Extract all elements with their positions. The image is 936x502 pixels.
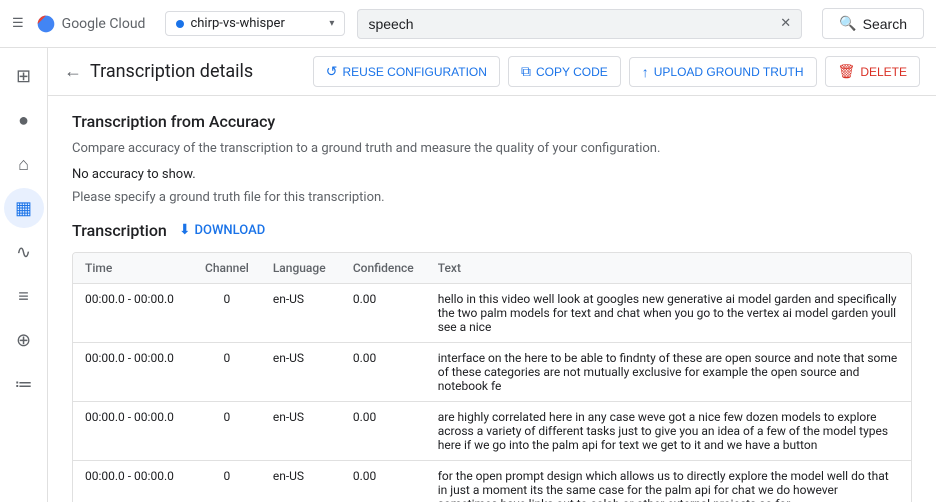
- menu-icon[interactable]: ☰: [12, 16, 24, 31]
- cell-channel: 0: [193, 342, 261, 401]
- transcription-section: Transcription ⬇ DOWNLOAD Time Channel La…: [72, 221, 912, 502]
- copy-code-button[interactable]: ⧉ COPY CODE: [508, 56, 621, 87]
- google-cloud-logo: Google Cloud: [36, 14, 146, 34]
- cell-language: en-US: [261, 401, 341, 460]
- cloud-logo-icon: [36, 14, 56, 34]
- cell-confidence: 0.00: [341, 342, 426, 401]
- col-header-time: Time: [73, 253, 193, 284]
- table-row: 00:00.0 - 00:00.0 0 en-US 0.00 hello in …: [73, 283, 911, 342]
- page-title: Transcription details: [90, 61, 313, 82]
- table-row: 00:00.0 - 00:00.0 0 en-US 0.00 interface…: [73, 342, 911, 401]
- cell-text: for the open prompt design which allows …: [426, 460, 911, 502]
- sidebar-item-grid[interactable]: ▦: [4, 188, 44, 228]
- cell-channel: 0: [193, 460, 261, 502]
- copy-icon: ⧉: [521, 63, 531, 80]
- project-name: chirp-vs-whisper: [190, 16, 284, 31]
- cell-confidence: 0.00: [341, 460, 426, 502]
- accuracy-section: Transcription from Accuracy Compare accu…: [72, 112, 912, 205]
- search-button[interactable]: 🔍 Search: [822, 8, 924, 39]
- sidebar-item-settings[interactable]: ≔: [4, 364, 44, 404]
- transcription-title: Transcription: [72, 221, 167, 240]
- upload-ground-truth-button[interactable]: ↑ UPLOAD GROUND TRUTH: [629, 57, 817, 87]
- no-accuracy-text: No accuracy to show.: [72, 167, 912, 182]
- col-header-channel: Channel: [193, 253, 261, 284]
- specify-ground-truth-text: Please specify a ground truth file for t…: [72, 190, 912, 205]
- table-body: 00:00.0 - 00:00.0 0 en-US 0.00 hello in …: [73, 283, 911, 502]
- cell-confidence: 0.00: [341, 401, 426, 460]
- project-dot: [176, 20, 184, 28]
- page-toolbar: ← Transcription details ↺ REUSE CONFIGUR…: [48, 48, 936, 96]
- main-content: ← Transcription details ↺ REUSE CONFIGUR…: [48, 48, 936, 502]
- cell-time: 00:00.0 - 00:00.0: [73, 401, 193, 460]
- search-bar: ✕: [357, 9, 802, 39]
- col-header-text: Text: [426, 253, 911, 284]
- download-icon: ⬇: [179, 222, 191, 238]
- cell-text: are highly correlated here in any case w…: [426, 401, 911, 460]
- cell-language: en-US: [261, 342, 341, 401]
- delete-icon: 🗑: [838, 63, 856, 80]
- cell-channel: 0: [193, 283, 261, 342]
- cell-time: 00:00.0 - 00:00.0: [73, 283, 193, 342]
- search-icon: 🔍: [839, 15, 856, 32]
- back-button[interactable]: ←: [64, 61, 82, 82]
- col-header-confidence: Confidence: [341, 253, 426, 284]
- cell-text: interface on the here to be able to find…: [426, 342, 911, 401]
- cell-language: en-US: [261, 283, 341, 342]
- cell-confidence: 0.00: [341, 283, 426, 342]
- cell-text: hello in this video well look at googles…: [426, 283, 911, 342]
- transcription-table-wrapper: Time Channel Language Confidence Text 00…: [72, 252, 912, 502]
- sidebar-item-add[interactable]: ⊕: [4, 320, 44, 360]
- sidebar-item-list[interactable]: ≡: [4, 276, 44, 316]
- cell-language: en-US: [261, 460, 341, 502]
- project-selector[interactable]: chirp-vs-whisper ▾: [165, 11, 345, 36]
- sidebar-item-home[interactable]: ⌂: [4, 144, 44, 184]
- col-header-language: Language: [261, 253, 341, 284]
- table-header: Time Channel Language Confidence Text: [73, 253, 911, 284]
- sidebar-item-dot[interactable]: ●: [4, 100, 44, 140]
- delete-button[interactable]: 🗑 DELETE: [825, 56, 920, 87]
- reuse-icon: ↺: [326, 63, 338, 80]
- download-button[interactable]: ⬇ DOWNLOAD: [179, 222, 265, 238]
- search-input[interactable]: [368, 16, 776, 32]
- accuracy-description: Compare accuracy of the transcription to…: [72, 139, 912, 159]
- transcription-table: Time Channel Language Confidence Text 00…: [73, 253, 911, 502]
- cell-time: 00:00.0 - 00:00.0: [73, 460, 193, 502]
- upload-icon: ↑: [642, 64, 649, 80]
- sidebar-item-analytics[interactable]: ∿: [4, 232, 44, 272]
- sidebar-item-menu[interactable]: ⊞: [4, 56, 44, 96]
- search-clear-icon[interactable]: ✕: [780, 16, 791, 31]
- top-navigation: ☰ Google Cloud chirp-vs-whisper ▾ ✕ 🔍 Se…: [0, 0, 936, 48]
- reuse-configuration-button[interactable]: ↺ REUSE CONFIGURATION: [313, 56, 500, 87]
- table-row: 00:00.0 - 00:00.0 0 en-US 0.00 for the o…: [73, 460, 911, 502]
- transcription-header: Transcription ⬇ DOWNLOAD: [72, 221, 912, 240]
- chevron-down-icon: ▾: [329, 18, 334, 29]
- toolbar-actions: ↺ REUSE CONFIGURATION ⧉ COPY CODE ↑ UPLO…: [313, 56, 920, 87]
- google-cloud-text: Google Cloud: [62, 16, 146, 32]
- cell-channel: 0: [193, 401, 261, 460]
- sidebar: ⊞ ● ⌂ ▦ ∿ ≡ ⊕ ≔: [0, 48, 48, 502]
- cell-time: 00:00.0 - 00:00.0: [73, 342, 193, 401]
- table-row: 00:00.0 - 00:00.0 0 en-US 0.00 are highl…: [73, 401, 911, 460]
- accuracy-title: Transcription from Accuracy: [72, 112, 912, 131]
- page-content: Transcription from Accuracy Compare accu…: [48, 96, 936, 502]
